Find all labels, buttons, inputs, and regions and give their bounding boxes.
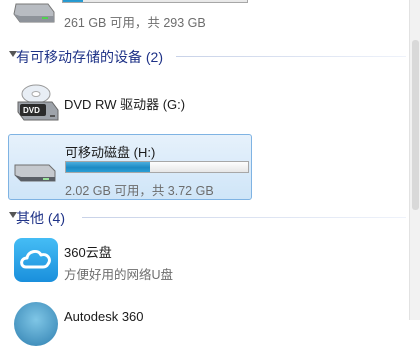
hard-drive-space-text: 261 GB 可用，共 293 GB (64, 16, 206, 30)
removable-disk-icon (11, 157, 56, 193)
scrollbar-thumb[interactable] (412, 40, 419, 210)
removable-disk-space-text: 2.02 GB 可用，共 3.72 GB (65, 184, 214, 198)
cloud360-name: 360云盘 (64, 245, 112, 260)
hard-drive-icon (12, 0, 56, 28)
hard-drive-usage-fill (63, 0, 84, 2)
autodesk360-name: Autodesk 360 (64, 309, 144, 324)
group-divider (82, 217, 406, 218)
group-title-removable: 有可移动存储的设备 (2) (16, 49, 163, 65)
dvd-drive-item[interactable]: DVD DVD RW 驱动器 (G:) (8, 78, 398, 128)
cloud360-description: 方便好用的网络U盘 (64, 268, 174, 282)
removable-disk-item[interactable]: 可移动磁盘 (H:) 2.02 GB 可用，共 3.72 GB (8, 134, 252, 200)
removable-disk-name: 可移动磁盘 (H:) (65, 145, 156, 160)
group-title-other: 其他 (4) (16, 210, 65, 226)
dvd-drive-icon: DVD (14, 82, 59, 121)
removable-disk-usage-fill (66, 162, 150, 172)
vertical-scrollbar[interactable] (409, 0, 420, 320)
group-divider (176, 56, 406, 57)
autodesk-icon (14, 302, 58, 346)
group-header-removable[interactable]: 有可移动存储的设备 (2) (6, 45, 406, 67)
dvd-drive-name: DVD RW 驱动器 (G:) (64, 97, 186, 112)
removable-disk-usage-bar (65, 161, 249, 173)
autodesk360-item[interactable]: Autodesk 360 (0, 298, 400, 346)
svg-text:DVD: DVD (23, 106, 40, 115)
hard-drive-usage-bar (62, 0, 248, 3)
group-header-other[interactable]: 其他 (4) (6, 206, 406, 228)
hard-drive-item[interactable]: 261 GB 可用，共 293 GB (0, 0, 400, 34)
cloud-icon (14, 238, 58, 282)
cloud360-item[interactable]: 360云盘 方便好用的网络U盘 (0, 234, 400, 290)
